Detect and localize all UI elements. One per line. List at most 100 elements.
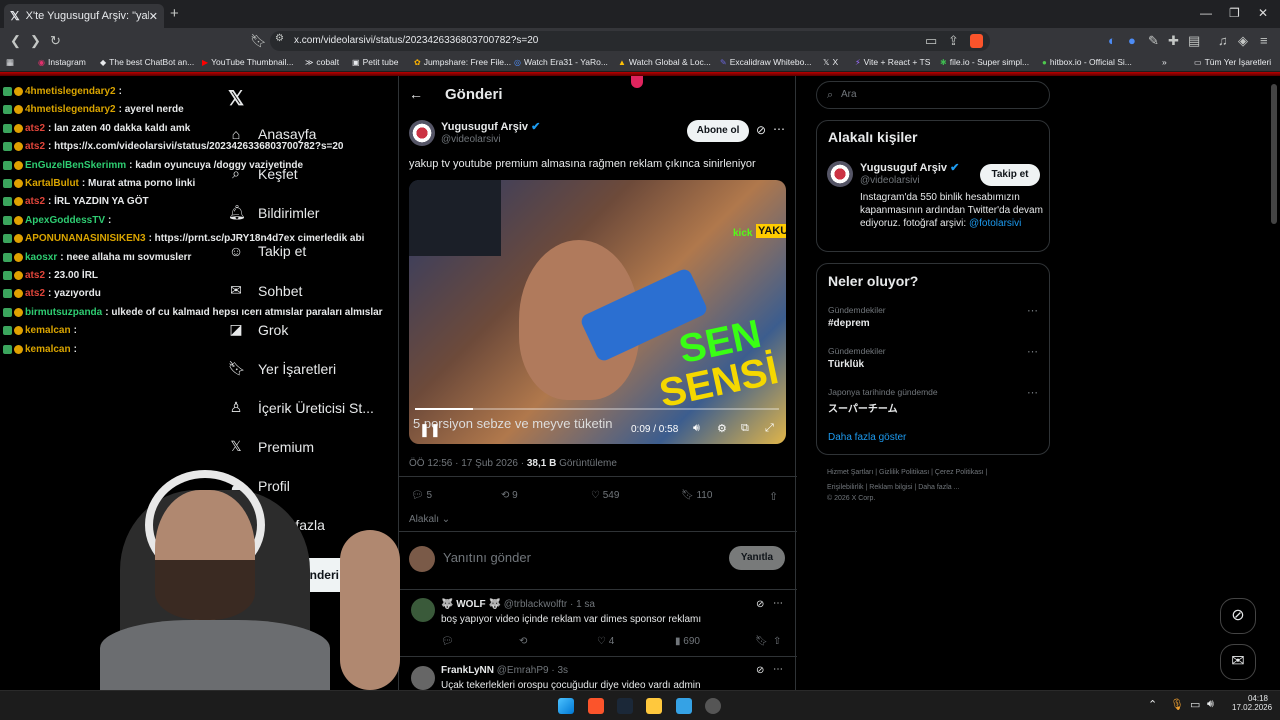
mic-icon[interactable]: 🎙︎ <box>1170 698 1184 711</box>
reply-button[interactable]: Yanıtla <box>729 546 785 570</box>
trend-more-icon[interactable]: ⋯ <box>1027 304 1038 317</box>
extension-icon[interactable]: ◐ <box>1108 33 1116 48</box>
nav-creator-studio[interactable]: ♙ İçerik Üreticisi St... <box>228 399 374 416</box>
media-icon[interactable]: ♫ <box>1218 33 1228 48</box>
chat-username[interactable]: ApexGoddessTV <box>25 215 105 226</box>
post-more-icon[interactable]: ⋯ <box>773 122 785 136</box>
bookmark-item[interactable]: ◉ Instagram <box>38 57 86 67</box>
cast-icon[interactable]: ▭ <box>925 33 937 49</box>
clock[interactable]: 04:18 17.02.2026 <box>1232 694 1272 712</box>
footer-link[interactable]: Gizlilik Politikası <box>879 469 929 476</box>
follow-button[interactable]: Takip et <box>980 164 1040 186</box>
site-info-icon[interactable]: ⚙ <box>275 33 284 44</box>
bookmark-item[interactable]: ≫ cobalt <box>305 57 339 67</box>
bookmark-item[interactable]: ✱ file.io - Super simpl... <box>940 57 1029 67</box>
trend-item[interactable]: #deprem <box>828 318 870 329</box>
reply-author[interactable]: FrankLyNN @EmrahP9 · 3s <box>441 665 568 676</box>
chat-username[interactable]: kaosxr <box>25 252 57 263</box>
reply-views[interactable]: ▮ 690 <box>675 636 700 647</box>
chat-username[interactable]: ats2 <box>25 270 45 281</box>
footer-link[interactable]: Reklam bilgisi <box>869 484 912 491</box>
chat-username[interactable]: ats2 <box>25 288 45 299</box>
tray-chevron-icon[interactable]: ⌃ <box>1148 698 1157 711</box>
all-bookmarks[interactable]: ▭ Tüm Yer İşaretleri <box>1194 57 1271 67</box>
video-player[interactable]: kick YAKU SEN SENSİ 5 porsiyon sebze ve … <box>409 180 786 444</box>
bookmark-item[interactable]: ● hitbox.io - Official Si... <box>1042 57 1132 67</box>
share-icon[interactable]: ⇪ <box>948 33 959 49</box>
reply-share-icon[interactable]: ⇧ <box>773 636 781 647</box>
url-field[interactable]: x.com/videolarsivi/status/20234263368037… <box>270 31 990 51</box>
grok-explain-icon[interactable]: ⊘ <box>756 665 764 676</box>
maximize-icon[interactable]: ❐ <box>1229 6 1240 20</box>
footer-link[interactable]: Hizmet Şartları <box>827 469 873 476</box>
extension2-icon[interactable]: ✎ <box>1148 33 1159 49</box>
network-icon[interactable]: ▭ <box>1190 698 1200 711</box>
scrollbar[interactable] <box>1271 84 1277 224</box>
pip-icon[interactable]: ⧉ <box>741 422 749 435</box>
bookmark-item[interactable]: ◎ Watch Era31 - YaRo... <box>514 57 608 67</box>
bio-link[interactable]: @fotolarsivi <box>969 218 1021 229</box>
bookmark-item[interactable]: ✿ Jumpshare: Free File... <box>414 57 511 67</box>
new-tab-icon[interactable]: + <box>170 5 179 22</box>
grok-explain-icon[interactable]: ⊘ <box>756 599 764 610</box>
volume-icon[interactable]: 🔊︎ <box>693 422 700 435</box>
reply-more-icon[interactable]: ⋯ <box>773 664 783 675</box>
chat-username[interactable]: ats2 <box>25 123 45 134</box>
related-name[interactable]: Yugusuguf Arşiv ✔ <box>860 161 959 174</box>
brave-shield-icon[interactable] <box>970 34 983 48</box>
author-name[interactable]: Yugusuguf Arşiv ✔ <box>441 120 540 133</box>
footer-link[interactable]: Daha fazla ... <box>918 484 959 491</box>
reply-more-icon[interactable]: ⋯ <box>773 598 783 609</box>
pause-icon[interactable]: ❚❚ <box>419 422 441 438</box>
nav-premium[interactable]: 𝕏 Premium <box>228 438 314 455</box>
bookmark-item[interactable]: ⚡︎ Vite + React + TS <box>855 57 930 67</box>
chat-username[interactable]: kemalcan <box>25 344 71 355</box>
bookmark-item[interactable]: 𝕏X <box>823 57 838 67</box>
reply-author[interactable]: 🐺 WOLF 🐺 @trblackwolftr · 1 sa <box>441 599 595 610</box>
trend-more-icon[interactable]: ⋯ <box>1027 386 1038 399</box>
repost-action[interactable]: ⟲ 9 <box>501 490 518 501</box>
wallet-icon[interactable]: ◈ <box>1238 33 1248 49</box>
reload-icon[interactable]: ↻ <box>50 33 61 49</box>
app-icon[interactable] <box>705 698 721 714</box>
search-input[interactable]: Ara <box>841 89 857 100</box>
reply-repost-icon[interactable]: ⟲ <box>519 636 527 647</box>
settings-icon[interactable]: ⚙ <box>717 422 727 435</box>
chat-username[interactable]: kemalcan <box>25 325 71 336</box>
apps-icon[interactable]: ▦ <box>6 57 14 68</box>
bookmark-item[interactable]: ◆ The best ChatBot an... <box>100 57 194 67</box>
forward-icon[interactable]: ❯ <box>30 33 41 49</box>
chat-username[interactable]: ats2 <box>25 141 45 152</box>
start-icon[interactable] <box>558 698 574 714</box>
close-window-icon[interactable]: ✕ <box>1258 6 1268 20</box>
show-more-link[interactable]: Daha fazla göster <box>828 432 906 443</box>
like-action[interactable]: ♡ 549 <box>591 490 619 501</box>
grok-float-icon[interactable]: ⊘ <box>1220 598 1256 634</box>
extensions-icon[interactable]: ✚ <box>1168 33 1179 49</box>
chat-username[interactable]: 4hmetislegendary2 <box>25 104 116 115</box>
author-handle[interactable]: @videolarsivi <box>441 134 501 145</box>
bookmark-item[interactable]: ▲ Watch Global & Loc... <box>618 57 711 67</box>
volume-tray-icon[interactable]: 🔊︎ <box>1207 698 1214 711</box>
sidebar-icon[interactable]: ▤ <box>1188 33 1200 49</box>
trend-item[interactable]: Türklük <box>828 359 864 370</box>
folder-icon[interactable] <box>646 698 662 714</box>
bookmark-item[interactable]: ▣ Petit tube <box>352 57 398 67</box>
vpn-icon[interactable]: ● <box>1128 33 1136 48</box>
related-handle[interactable]: @videolarsivi <box>860 175 920 186</box>
bookmark-item[interactable]: ✎ Excalidraw Whitebo... <box>720 57 811 67</box>
chat-username[interactable]: APONUNANASINISIKEN3 <box>25 233 146 244</box>
store-icon[interactable] <box>676 698 692 714</box>
bookmark-action[interactable]: 🔖︎ 110 <box>681 490 712 501</box>
browser-tab[interactable]: 𝕏 X'te Yugusuguf Arşiv: "yakup ✕ <box>4 4 164 28</box>
chat-username[interactable]: EnGuzelBenSkerimm <box>25 160 126 171</box>
menu-icon[interactable]: ≡ <box>1260 33 1268 48</box>
close-tab-icon[interactable]: ✕ <box>149 10 158 23</box>
footer-link[interactable]: Çerez Politikası <box>935 469 984 476</box>
brave-icon[interactable] <box>588 698 604 714</box>
chat-username[interactable]: birmutsuzpanda <box>25 307 102 318</box>
subscribe-button[interactable]: Abone ol <box>687 120 749 142</box>
reply-input[interactable]: Yanıtını gönder <box>443 550 531 565</box>
fullscreen-icon[interactable]: ⤢ <box>765 422 774 435</box>
chat-username[interactable]: 4hmetislegendary2 <box>25 86 116 97</box>
